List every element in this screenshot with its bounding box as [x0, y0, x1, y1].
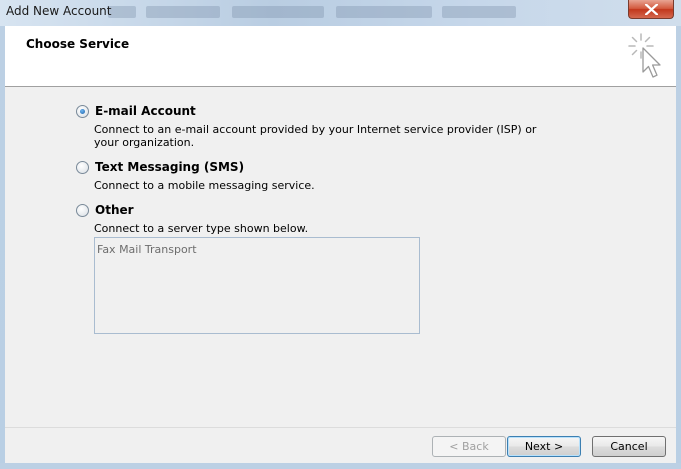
title-bar[interactable]: Add New Account — [0, 0, 681, 26]
window-frame — [0, 463, 681, 469]
background-window-ghost — [336, 6, 432, 18]
email-account-description: Connect to an e-mail account provided by… — [94, 123, 536, 149]
email-account-description-line: Connect to an e-mail account provided by… — [94, 123, 537, 136]
close-icon — [645, 4, 658, 15]
text-messaging-label[interactable]: Text Messaging (SMS) — [95, 160, 244, 174]
cancel-button[interactable]: Cancel — [592, 436, 666, 457]
text-messaging-radio[interactable] — [76, 160, 89, 174]
wizard-cursor-icon — [628, 33, 661, 78]
background-window-ghost — [232, 6, 324, 18]
service-options-panel: E-mail Account Connect to an e-mail acco… — [5, 87, 676, 427]
button-bar: < Back Next > Cancel — [5, 427, 676, 464]
other-description: Connect to a server type shown below. — [94, 222, 309, 235]
text-messaging-description: Connect to a mobile messaging service. — [94, 179, 315, 192]
list-item[interactable]: Fax Mail Transport — [97, 243, 197, 256]
window-title: Add New Account — [6, 4, 112, 18]
email-account-label[interactable]: E-mail Account — [95, 104, 196, 118]
page-title: Choose Service — [26, 37, 130, 51]
next-button[interactable]: Next > — [507, 436, 581, 457]
other-radio[interactable] — [76, 203, 89, 217]
option-text-messaging[interactable]: Text Messaging (SMS) — [76, 160, 244, 174]
back-button[interactable]: < Back — [432, 436, 506, 457]
email-account-radio[interactable] — [76, 104, 89, 118]
server-type-list[interactable]: Fax Mail Transport — [94, 237, 420, 334]
email-account-description-line: your organization. — [94, 136, 195, 149]
background-window-ghost — [442, 6, 516, 18]
header-panel: Choose Service — [5, 26, 676, 87]
add-new-account-dialog: Add New Account Choose Service E-mail Ac… — [0, 0, 681, 469]
close-button[interactable] — [628, 0, 674, 19]
background-window-ghost — [108, 6, 136, 18]
background-window-ghost — [146, 6, 220, 18]
option-email-account[interactable]: E-mail Account — [76, 104, 196, 118]
option-other[interactable]: Other — [76, 203, 134, 217]
other-label[interactable]: Other — [95, 203, 134, 217]
